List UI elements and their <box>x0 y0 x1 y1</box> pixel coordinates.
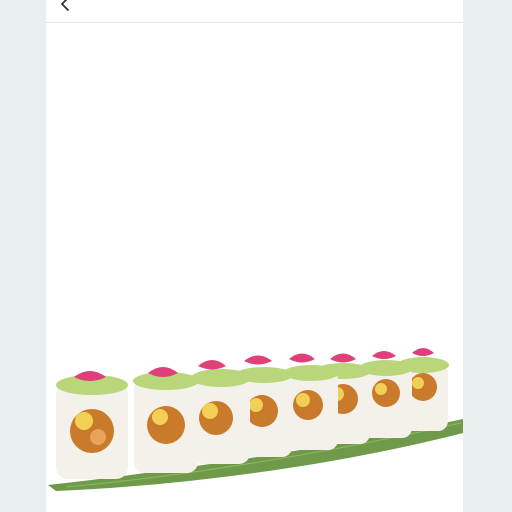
chevron-left-icon <box>61 0 69 11</box>
top-navigation-bar <box>46 0 463 23</box>
sushi-piece <box>133 367 199 473</box>
sushi-roll-image <box>48 348 463 491</box>
product-image <box>46 23 463 512</box>
back-button[interactable] <box>54 0 78 16</box>
app-screen <box>0 0 512 512</box>
sushi-piece <box>56 371 128 479</box>
sushi-piece <box>191 360 251 464</box>
product-detail-view <box>46 0 463 512</box>
